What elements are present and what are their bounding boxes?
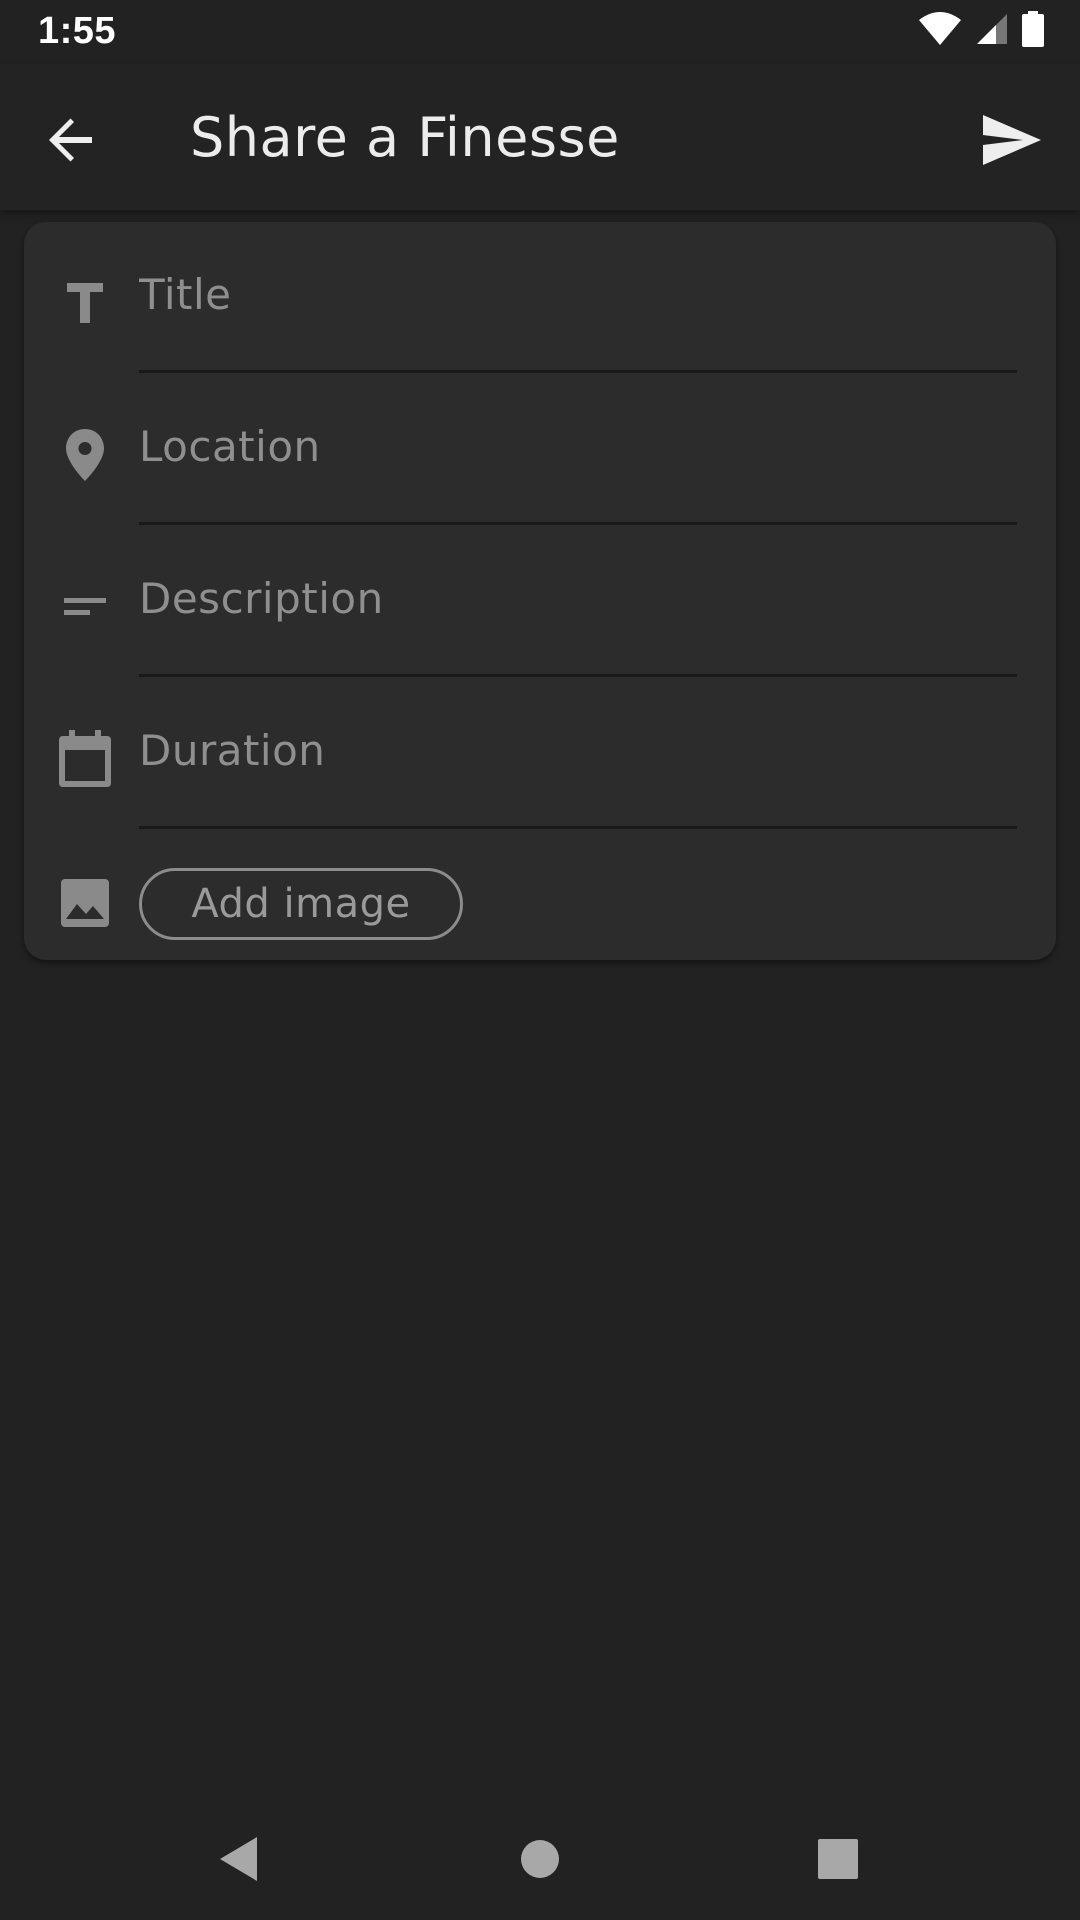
screen: 1:55 Share a Finesse Title Location Desc… bbox=[0, 0, 1080, 1920]
cell-signal-icon bbox=[976, 13, 1008, 49]
image-row: Add image bbox=[24, 858, 1056, 948]
add-image-label: Add image bbox=[191, 881, 411, 927]
status-icons bbox=[918, 11, 1044, 51]
nav-recents-icon bbox=[818, 1839, 858, 1883]
title-icon bbox=[54, 272, 116, 334]
send-button[interactable] bbox=[970, 100, 1054, 184]
send-icon bbox=[983, 115, 1041, 169]
add-image-button[interactable]: Add image bbox=[139, 868, 463, 940]
nav-back-icon bbox=[217, 1835, 261, 1887]
location-input[interactable] bbox=[139, 404, 1015, 488]
battery-icon bbox=[1022, 11, 1044, 51]
location-field-row bbox=[24, 374, 1056, 526]
duration-input[interactable] bbox=[139, 708, 1015, 792]
title-underline bbox=[139, 370, 1017, 373]
location-pin-icon bbox=[54, 424, 116, 486]
back-button[interactable] bbox=[34, 104, 110, 180]
duration-underline bbox=[139, 826, 1017, 829]
image-icon bbox=[54, 872, 116, 934]
wifi-icon bbox=[918, 12, 962, 50]
nav-recents-button[interactable] bbox=[803, 1826, 873, 1896]
status-time: 1:55 bbox=[38, 10, 117, 52]
status-bar: 1:55 bbox=[0, 0, 1080, 64]
nav-back-button[interactable] bbox=[204, 1826, 274, 1896]
duration-field-row bbox=[24, 678, 1056, 830]
form-card: Add image bbox=[24, 222, 1056, 960]
title-field-row bbox=[24, 222, 1056, 374]
description-field-row bbox=[24, 526, 1056, 678]
nav-home-button[interactable] bbox=[505, 1826, 575, 1896]
description-underline bbox=[139, 674, 1017, 677]
arrow-back-icon bbox=[48, 116, 96, 168]
location-underline bbox=[139, 522, 1017, 525]
title-input[interactable] bbox=[139, 252, 1015, 336]
system-nav-bar bbox=[0, 1800, 1080, 1920]
calendar-icon bbox=[54, 728, 116, 790]
page-title: Share a Finesse bbox=[190, 106, 620, 169]
app-bar: Share a Finesse bbox=[0, 64, 1080, 210]
description-input[interactable] bbox=[139, 556, 1015, 640]
description-icon bbox=[54, 576, 116, 638]
nav-home-icon bbox=[520, 1839, 560, 1883]
